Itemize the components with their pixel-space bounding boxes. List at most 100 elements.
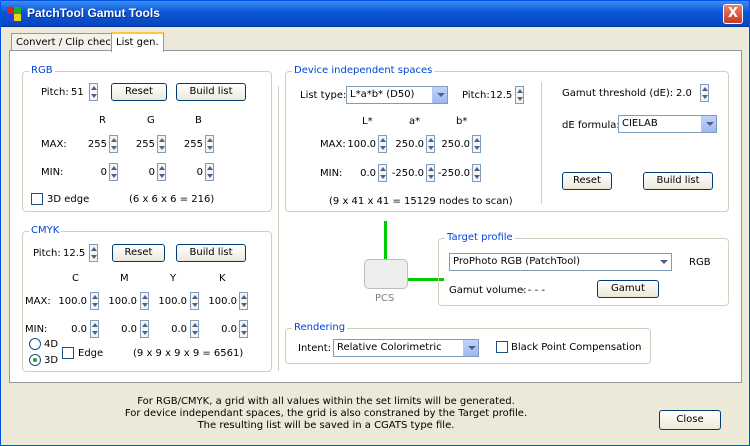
- cmyk-3d-radio[interactable]: [29, 354, 41, 366]
- rgb-group: RGB Pitch: 51 Reset Build list R G B MAX…: [22, 65, 272, 212]
- cmyk-min-c: 0.0: [71, 324, 87, 335]
- dis-build-list-button[interactable]: Build list: [643, 172, 713, 190]
- dis-max-a: 250.0: [395, 139, 424, 150]
- tab-convert-clip-check[interactable]: Convert / Clip check: [11, 33, 122, 51]
- gamut-threshold-spinner[interactable]: [700, 84, 709, 102]
- dis-col-b: b*: [456, 116, 468, 127]
- cmyk-max-y-spinner[interactable]: [190, 292, 199, 310]
- rgb-build-list-button[interactable]: Build list: [176, 83, 246, 101]
- dis-max-b-spinner[interactable]: [472, 135, 481, 153]
- title-bar[interactable]: PatchTool Gamut Tools X: [1, 1, 749, 27]
- rgb-pitch-value: 51: [71, 87, 84, 98]
- dis-formula: (9 x 41 x 41 = 15129 nodes to scan): [329, 196, 513, 207]
- cmyk-reset-button[interactable]: Reset: [112, 244, 165, 262]
- pcs-box: [364, 259, 408, 289]
- dis-group-title: Device independent spaces: [292, 65, 435, 76]
- pcs-label: PCS: [375, 293, 395, 304]
- cmyk-max-k-spinner[interactable]: [239, 292, 248, 310]
- de-formula-select[interactable]: CIELAB: [618, 115, 717, 133]
- cmyk-col-m: M: [120, 273, 129, 284]
- dis-divider: [541, 82, 542, 204]
- window-title: PatchTool Gamut Tools: [27, 6, 160, 20]
- rgb-3d-edge-checkbox[interactable]: [31, 193, 43, 205]
- rgb-min-b: 0: [196, 167, 203, 178]
- rgb-max-b: 255: [183, 139, 203, 150]
- close-button[interactable]: Close: [659, 410, 721, 430]
- cmyk-4d-label: 4D: [44, 339, 59, 350]
- target-profile-value: ProPhoto RGB (PatchTool): [453, 256, 580, 267]
- cmyk-min-c-spinner[interactable]: [90, 320, 99, 338]
- dis-max-l-spinner[interactable]: [378, 135, 387, 153]
- rgb-col-r: R: [99, 115, 106, 126]
- target-profile-title: Target profile: [445, 232, 515, 243]
- rgb-reset-button[interactable]: Reset: [111, 83, 167, 101]
- de-formula-label: dE formula:: [562, 120, 620, 131]
- dis-pitch-spinner[interactable]: [515, 86, 524, 104]
- cmyk-min-m: 0.0: [121, 324, 137, 335]
- cmyk-formula: (9 x 9 x 9 x 9 = 6561): [133, 348, 244, 359]
- rgb-max-b-spinner[interactable]: [205, 135, 214, 153]
- cmyk-max-c: 100.0: [58, 296, 87, 307]
- cmyk-pitch-label: Pitch:: [33, 248, 61, 259]
- dis-min-l-spinner[interactable]: [378, 164, 387, 182]
- chevron-down-icon: [463, 340, 478, 356]
- dis-list-type-select[interactable]: L*a*b* (D50): [346, 86, 448, 104]
- cmyk-col-c: C: [72, 273, 79, 284]
- cmyk-edge-checkbox[interactable]: [62, 347, 74, 359]
- rgb-max-label: MAX:: [41, 139, 67, 150]
- dis-reset-button[interactable]: Reset: [562, 172, 612, 190]
- chevron-down-icon: [701, 116, 716, 132]
- black-point-compensation-label: Black Point Compensation: [511, 342, 642, 353]
- cmyk-group-title: CMYK: [29, 225, 62, 236]
- cmyk-max-k: 100.0: [208, 296, 237, 307]
- cmyk-min-m-spinner[interactable]: [140, 320, 149, 338]
- target-profile-group: Target profile ProPhoto RGB (PatchTool) …: [438, 232, 729, 306]
- cmyk-min-y-spinner[interactable]: [190, 320, 199, 338]
- close-window-button[interactable]: X: [723, 4, 743, 24]
- rgb-max-g-spinner[interactable]: [157, 135, 166, 153]
- rgb-min-r-spinner[interactable]: [109, 163, 118, 181]
- rgb-min-g: 0: [148, 167, 155, 178]
- rgb-max-r-spinner[interactable]: [109, 135, 118, 153]
- dis-min-b-spinner[interactable]: [472, 164, 481, 182]
- dis-min-b: -250.0: [437, 168, 470, 179]
- gamut-button[interactable]: Gamut: [597, 280, 659, 298]
- rgb-min-g-spinner[interactable]: [157, 163, 166, 181]
- dis-list-type-value: L*a*b* (D50): [350, 89, 415, 100]
- dis-col-a: a*: [409, 116, 421, 127]
- cmyk-group: CMYK Pitch: 12.5 Reset Build list C M Y …: [22, 225, 272, 372]
- app-icon: [7, 7, 21, 21]
- cmyk-4d-radio[interactable]: [29, 338, 41, 350]
- cmyk-min-y: 0.0: [171, 324, 187, 335]
- cmyk-min-k: 0.0: [221, 324, 237, 335]
- footer-note: For RGB/CMYK, a grid with all values wit…: [1, 396, 651, 432]
- footer-line-2: For device independant spaces, the grid …: [124, 408, 528, 419]
- cmyk-max-m-spinner[interactable]: [140, 292, 149, 310]
- target-profile-select[interactable]: ProPhoto RGB (PatchTool): [449, 253, 672, 271]
- rendering-title: Rendering: [292, 322, 348, 333]
- dis-col-l: L*: [362, 116, 373, 127]
- cmyk-col-y: Y: [170, 273, 177, 284]
- cmyk-max-y: 100.0: [158, 296, 187, 307]
- dis-min-a: -250.0: [391, 168, 424, 179]
- cmyk-pitch-value: 12.5: [63, 248, 86, 259]
- cmyk-max-label: MAX:: [25, 296, 51, 307]
- intent-label: Intent:: [298, 343, 331, 354]
- rgb-min-b-spinner[interactable]: [205, 163, 214, 181]
- rgb-pitch-spinner[interactable]: [89, 83, 98, 101]
- cmyk-pitch-spinner[interactable]: [89, 244, 98, 262]
- cmyk-max-c-spinner[interactable]: [90, 292, 99, 310]
- cmyk-min-k-spinner[interactable]: [239, 320, 248, 338]
- intent-select[interactable]: Relative Colorimetric: [333, 339, 479, 357]
- cmyk-edge-label: Edge: [78, 348, 104, 359]
- dis-pitch-label: Pitch:: [462, 90, 490, 101]
- cmyk-build-list-button[interactable]: Build list: [176, 244, 246, 262]
- intent-value: Relative Colorimetric: [337, 342, 442, 353]
- tab-list-gen[interactable]: List gen.: [111, 32, 164, 52]
- rgb-min-label: MIN:: [41, 167, 64, 178]
- gamut-threshold-label: Gamut threshold (dE):: [562, 88, 674, 99]
- rgb-formula: (6 x 6 x 6 = 216): [129, 194, 215, 205]
- rgb-col-g: G: [147, 115, 155, 126]
- dis-list-type-label: List type:: [300, 90, 347, 101]
- black-point-compensation-checkbox[interactable]: [496, 341, 508, 353]
